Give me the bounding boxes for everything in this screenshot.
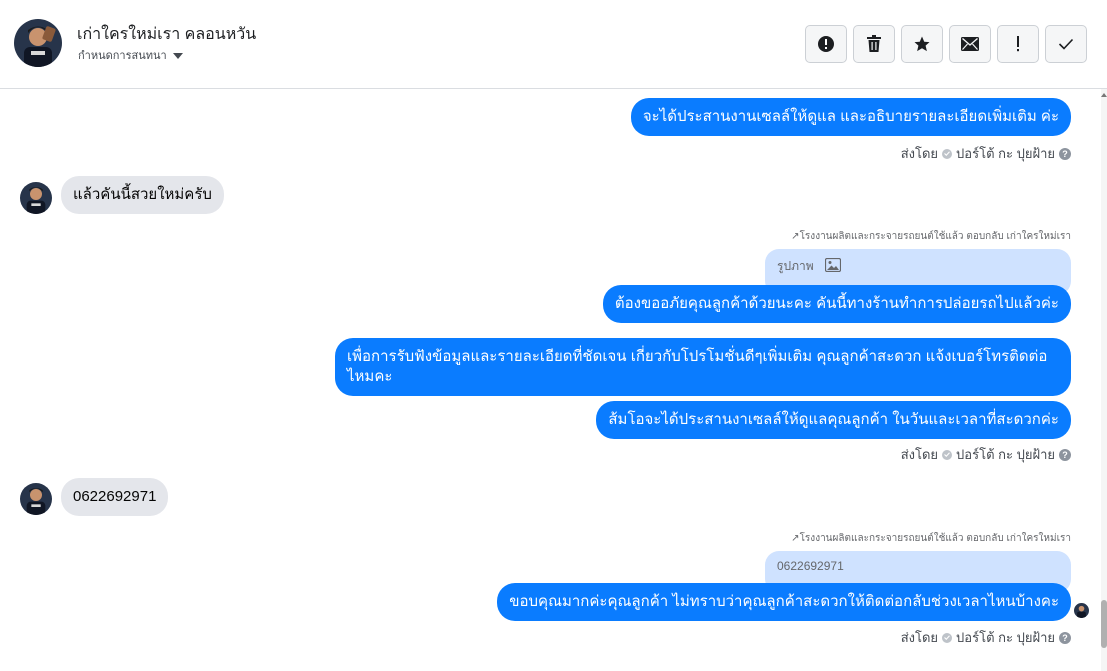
sent-by-info: ส่งโดย ปอร์โต้ กะ ปุยฝ้าย ? (901, 444, 1071, 465)
scrollbar-thumb[interactable] (1101, 600, 1107, 648)
mark-important-button[interactable] (997, 25, 1039, 63)
conversation-header: เก่าใครใหม่เรา คลอนหวัน กำหนดการสนทนา (0, 0, 1107, 89)
contact-avatar-small[interactable] (20, 182, 52, 214)
conversation-settings-dropdown[interactable]: กำหนดการสนทนา (78, 46, 183, 64)
outgoing-message[interactable]: ขอบคุณมากค่ะคุณลูกค้า ไม่ทราบว่าคุณลูกค้… (497, 583, 1071, 621)
exclamation-icon (1017, 36, 1019, 52)
mark-spam-button[interactable] (805, 25, 847, 63)
sent-by-info: ส่งโดย ปอร์โต้ กะ ปุยฝ้าย ? (901, 143, 1071, 164)
quoted-text: รูปภาพ (777, 259, 814, 273)
quoted-text: 0622692971 (777, 559, 844, 573)
sender-name[interactable]: ปอร์โต้ กะ ปุยฝ้าย (956, 143, 1055, 164)
checkmark-icon (1058, 38, 1074, 50)
reply-context-text: โรงงานผลิตและกระจายรถยนต์ใช้แล้ว ตอบกลับ… (799, 533, 1071, 544)
caret-down-icon (172, 52, 183, 59)
exclamation-circle-icon (818, 36, 834, 52)
message-scrollbar[interactable] (1101, 89, 1107, 671)
verified-check-icon (942, 449, 953, 460)
outgoing-message[interactable]: ส้มโอจะได้ประสานงาเซลล์ให้ดูแลคุณลูกค้า … (596, 401, 1071, 439)
help-icon[interactable]: ? (1059, 448, 1071, 461)
contact-avatar[interactable] (14, 19, 62, 67)
star-button[interactable] (901, 25, 943, 63)
contact-name: เก่าใครใหม่เรา คลอนหวัน (77, 26, 257, 43)
sent-by-label: ส่งโดย (900, 630, 939, 645)
incoming-message[interactable]: 0622692971 (61, 478, 169, 516)
star-icon (914, 36, 930, 52)
help-icon[interactable]: ? (1059, 631, 1071, 644)
verified-check-icon (942, 148, 953, 159)
outgoing-message[interactable]: เพื่อการรับฟังข้อมูลและรายละเอียดที่ชัดเ… (335, 338, 1071, 396)
reply-arrow-icon: ↗ (791, 231, 800, 242)
scroll-up-arrow-icon[interactable] (1101, 93, 1107, 97)
mark-done-button[interactable] (1045, 25, 1087, 63)
verified-check-icon (942, 632, 953, 643)
incoming-message[interactable]: แล้วคันนี้สวยใหม่ครับ (61, 176, 224, 214)
seen-avatar (1074, 603, 1089, 618)
contact-avatar-small[interactable] (20, 483, 52, 515)
sent-by-label: ส่งโดย (900, 447, 939, 462)
envelope-icon (961, 37, 979, 51)
conversation-toolbar (805, 25, 1087, 63)
reply-arrow-icon: ↗ (791, 533, 800, 544)
reply-context-text: โรงงานผลิตและกระจายรถยนต์ใช้แล้ว ตอบกลับ… (799, 231, 1071, 242)
outgoing-message[interactable]: จะได้ประสานงานเซลล์ให้ดูแล และอธิบายรายล… (630, 98, 1071, 136)
sender-name[interactable]: ปอร์โต้ กะ ปุยฝ้าย (956, 627, 1055, 648)
sent-by-label: ส่งโดย (900, 146, 939, 161)
image-icon (824, 257, 842, 273)
sender-name[interactable]: ปอร์โต้ กะ ปุยฝ้าย (956, 444, 1055, 465)
reply-context: ↗โรงงานผลิตและกระจายรถยนต์ใช้แล้ว ตอบกลั… (791, 531, 1071, 546)
reply-context: ↗โรงงานผลิตและกระจายรถยนต์ใช้แล้ว ตอบกลั… (791, 229, 1071, 244)
conversation-settings-label: กำหนดการสนทนา (78, 50, 167, 62)
delete-button[interactable] (853, 25, 895, 63)
mark-unread-button[interactable] (949, 25, 991, 63)
help-icon[interactable]: ? (1059, 147, 1071, 160)
sent-by-info: ส่งโดย ปอร์โต้ กะ ปุยฝ้าย ? (901, 627, 1071, 648)
trash-icon (867, 35, 881, 52)
outgoing-message[interactable]: ต้องขออภัยคุณลูกค้าด้วยนะคะ คันนี้ทางร้า… (602, 285, 1071, 323)
